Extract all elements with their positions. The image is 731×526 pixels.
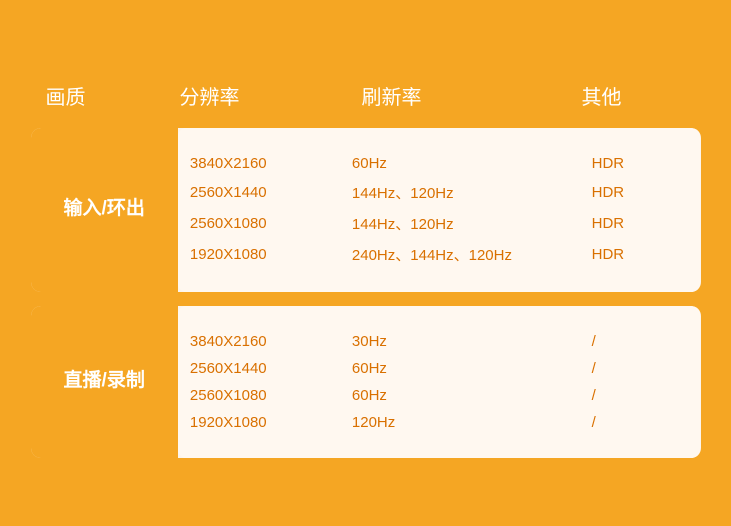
section-live-record: 直播/录制 3840X2160 30Hz / 2560X1440 60Hz / … bbox=[31, 306, 701, 458]
table-row: 2560X1440 60Hz / bbox=[178, 355, 701, 382]
table-row: 2560X1440 144Hz、120Hz HDR bbox=[178, 177, 701, 208]
table-header: 画质 分辨率 刷新率 其他 bbox=[16, 69, 716, 128]
section-data-live-record: 3840X2160 30Hz / 2560X1440 60Hz / 2560X1… bbox=[178, 306, 701, 458]
table-row: 2560X1080 144Hz、120Hz HDR bbox=[178, 208, 701, 239]
table-row: 3840X2160 30Hz / bbox=[178, 328, 701, 355]
table-row: 2560X1080 60Hz / bbox=[178, 382, 701, 409]
header-resolution: 分辨率 bbox=[170, 81, 352, 110]
header-refresh: 刷新率 bbox=[352, 81, 562, 110]
table-row: 1920X1080 120Hz / bbox=[178, 409, 701, 436]
section-data-input-output: 3840X2160 60Hz HDR 2560X1440 144Hz、120Hz… bbox=[178, 128, 701, 292]
section-label-input-output: 输入/环出 bbox=[31, 128, 178, 292]
section-input-output: 输入/环出 3840X2160 60Hz HDR 2560X1440 144Hz… bbox=[31, 128, 701, 292]
sections-wrapper: 输入/环出 3840X2160 60Hz HDR 2560X1440 144Hz… bbox=[16, 128, 716, 458]
section-label-live-record: 直播/录制 bbox=[31, 306, 178, 458]
header-quality: 画质 bbox=[16, 81, 170, 110]
header-other: 其他 bbox=[562, 81, 716, 110]
table-row: 3840X2160 60Hz HDR bbox=[178, 150, 701, 177]
table-row: 1920X1080 240Hz、144Hz、120Hz HDR bbox=[178, 239, 701, 270]
main-container: 画质 分辨率 刷新率 其他 输入/环出 3840X2160 60Hz HDR 2… bbox=[16, 59, 716, 468]
